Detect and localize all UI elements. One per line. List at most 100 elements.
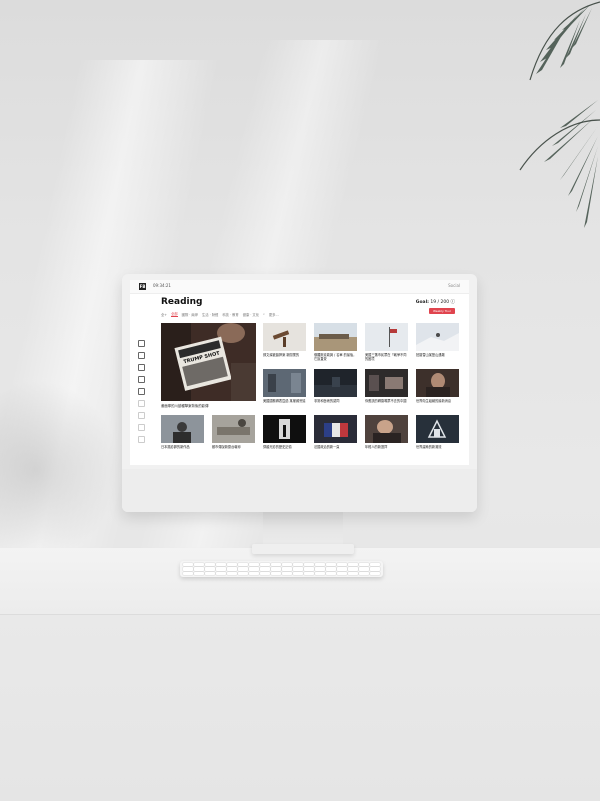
article-caption[interactable]: 世界衛生組織的最新消息 [416,399,459,407]
keyboard-key[interactable] [326,567,336,571]
keyboard-key[interactable] [326,563,336,567]
keyboard-key[interactable] [337,571,347,575]
filter-tab-tech[interactable]: 科技 · 教育 [222,312,238,317]
keyboard-key[interactable] [293,563,303,567]
keyboard-key[interactable] [205,571,215,575]
article-caption[interactable]: 美國國務卿表暨過 某權威會議 [263,399,306,407]
article-caption[interactable]: 穿越光影的歷史記憶 [263,445,306,453]
keyboard-key[interactable] [216,563,226,567]
keyboard-key[interactable] [337,567,347,571]
keyboard-key[interactable] [271,563,281,567]
keyboard-key[interactable] [293,567,303,571]
keyboard-key[interactable] [370,571,380,575]
article-thumbnail[interactable] [365,415,408,443]
filter-tab-all[interactable]: 全部 [171,311,178,317]
keyboard-key[interactable] [315,571,325,575]
keyboard-key[interactable] [194,567,204,571]
home-icon[interactable] [137,340,145,347]
keyboard-key[interactable] [282,571,292,575]
article-thumbnail[interactable] [416,369,459,397]
article-thumbnail[interactable] [365,369,408,397]
article-caption[interactable]: 年輕人的新選擇 [365,445,408,453]
keyboard-key[interactable] [348,567,358,571]
keyboard-key[interactable] [205,567,215,571]
keyboard-key[interactable] [348,563,358,567]
keyboard-key[interactable] [315,563,325,567]
article-caption[interactable]: 都市傳說新聞台報導 [212,445,255,453]
keyboard-key[interactable] [227,571,237,575]
headphones-icon[interactable] [137,352,145,359]
article-caption[interactable]: 非常和藝術的認同 [314,399,357,407]
search-icon[interactable]: ⌕ [263,312,265,316]
article-thumbnail[interactable] [263,415,306,443]
keyboard-key[interactable] [282,567,292,571]
keyboard-key[interactable] [348,571,358,575]
dot-icon[interactable] [137,412,145,419]
keyboard-key[interactable] [260,567,270,571]
keyboard-key[interactable] [359,563,369,567]
article-caption[interactable]: 世界建築的新潮流 [416,445,459,453]
app-logo[interactable]: FB [139,283,146,290]
keyboard-key[interactable] [304,567,314,571]
article-thumbnail[interactable] [212,415,255,443]
social-link[interactable]: Social [448,283,460,288]
article-caption[interactable]: 美國三藩市民眾在「戰爭不同的困境 [365,353,408,361]
dot-icon[interactable] [137,400,145,407]
article-caption[interactable]: 你應該的轉換嗎票不去的中國 [365,399,408,407]
keyboard-key[interactable] [304,563,314,567]
sort-toggle[interactable]: 全+ [161,312,167,317]
article-caption[interactable]: 日本攝影師的新作品 [161,445,204,453]
filter-tab-intl[interactable]: 國際 · 兩岸 [182,312,198,317]
dot-icon[interactable] [137,424,145,431]
keyboard-key[interactable] [238,571,248,575]
keyboard-key[interactable] [271,571,281,575]
article-thumbnail[interactable] [416,415,459,443]
keyboard-key[interactable] [315,567,325,571]
keyboard-key[interactable] [227,567,237,571]
keyboard-key[interactable] [260,571,270,575]
keyboard-key[interactable] [227,563,237,567]
article-caption[interactable]: 鄭文燦被羈押案 新聞業的 [263,353,306,361]
keyboard-key[interactable] [260,563,270,567]
keyboard[interactable] [180,561,383,577]
article-thumbnail[interactable] [365,323,408,351]
article-thumbnail[interactable] [263,369,306,397]
article-thumbnail[interactable] [161,415,204,443]
article-caption[interactable]: 法國政治的新一頁 [314,445,357,453]
article-caption[interactable]: 拍攝雪山某登山遇難 [416,353,459,361]
keyboard-key[interactable] [370,563,380,567]
keyboard-key[interactable] [249,563,259,567]
filter-more[interactable]: 更多... [269,312,279,317]
keyboard-key[interactable] [304,571,314,575]
keyboard-key[interactable] [238,563,248,567]
info-icon[interactable]: ⓘ [451,300,456,305]
keyboard-key[interactable] [326,571,336,575]
weekly-tour-button[interactable]: Weekly Tour [429,308,455,314]
article-thumbnail[interactable] [314,323,357,351]
keyboard-key[interactable] [183,563,193,567]
article-thumbnail[interactable] [416,323,459,351]
keyboard-key[interactable] [370,567,380,571]
keyboard-key[interactable] [271,567,281,571]
hero-article-image[interactable]: TRUMP SHOT [161,323,256,401]
link-icon[interactable] [137,388,145,395]
keyboard-key[interactable] [359,571,369,575]
keyboard-key[interactable] [359,567,369,571]
keyboard-key[interactable] [194,571,204,575]
bookmark-icon[interactable] [137,364,145,371]
keyboard-key[interactable] [183,567,193,571]
keyboard-key[interactable] [337,563,347,567]
article-thumbnail[interactable] [263,323,306,351]
article-thumbnail[interactable] [314,415,357,443]
keyboard-key[interactable] [183,571,193,575]
keyboard-key[interactable] [205,563,215,567]
keyboard-key[interactable] [238,567,248,571]
chat-icon[interactable] [137,376,145,383]
hero-caption[interactable]: 畫面寧的川讀種擊案背後的影傳 [161,403,256,408]
article-caption[interactable]: 俄羅斯克勒與 / 名單 的最後，它說直覺 [314,353,357,361]
keyboard-key[interactable] [249,567,259,571]
keyboard-key[interactable] [282,563,292,567]
dot-icon[interactable] [137,436,145,443]
article-thumbnail[interactable] [314,369,357,397]
keyboard-key[interactable] [194,563,204,567]
